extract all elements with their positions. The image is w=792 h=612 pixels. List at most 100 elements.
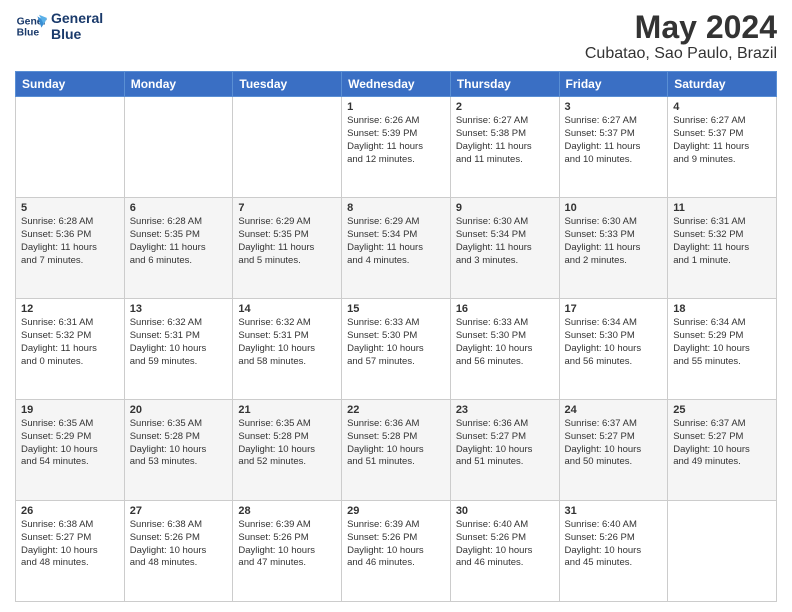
day-number: 28 xyxy=(238,505,336,517)
day-info: Sunrise: 6:36 AM Sunset: 5:27 PM Dayligh… xyxy=(456,418,554,469)
day-number: 20 xyxy=(130,404,228,416)
calendar-cell: 19Sunrise: 6:35 AM Sunset: 5:29 PM Dayli… xyxy=(16,400,125,501)
day-number: 1 xyxy=(347,101,445,113)
day-number: 18 xyxy=(673,303,771,315)
day-info: Sunrise: 6:35 AM Sunset: 5:28 PM Dayligh… xyxy=(130,418,228,469)
day-number: 6 xyxy=(130,202,228,214)
calendar-cell: 7 Sunrise: 6:29 AM Sunset: 5:35 PM Daylig… xyxy=(233,198,342,299)
day-number: 30 xyxy=(456,505,554,517)
weekday-header-monday: Monday xyxy=(124,72,233,97)
calendar-cell: 10 Sunrise: 6:30 AM Sunset: 5:33 PM Dayli… xyxy=(559,198,668,299)
page: General Blue General Blue May 2024 Cubat… xyxy=(0,0,792,612)
calendar-cell: 9Sunrise: 6:30 AM Sunset: 5:34 PM Daylig… xyxy=(450,198,559,299)
day-info: Sunrise: 6:29 AM Sunset: 5:34 PM Dayligh… xyxy=(347,216,445,267)
calendar-cell: 31 Sunrise: 6:40 AM Sunset: 5:26 PM Dayli… xyxy=(559,501,668,602)
day-number: 2 xyxy=(456,101,554,113)
day-number: 31 xyxy=(565,505,663,517)
calendar-cell: 20 Sunrise: 6:35 AM Sunset: 5:28 PM Dayli… xyxy=(124,400,233,501)
weekday-header-thursday: Thursday xyxy=(450,72,559,97)
day-info: Sunrise: 6:37 AM Sunset: 5:27 PM Dayligh… xyxy=(565,418,663,469)
calendar-cell xyxy=(233,97,342,198)
calendar-cell: 3Sunrise: 6:27 AM Sunset: 5:37 PM Daylig… xyxy=(559,97,668,198)
day-info: Sunrise: 6:30 AM Sunset: 5:33 PM Dayligh… xyxy=(565,216,663,267)
week-row-2: 5 Sunrise: 6:28 AM Sunset: 5:36 PM Daylig… xyxy=(16,198,777,299)
week-row-4: 19Sunrise: 6:35 AM Sunset: 5:29 PM Dayli… xyxy=(16,400,777,501)
day-info: Sunrise: 6:36 AM Sunset: 5:28 PM Dayligh… xyxy=(347,418,445,469)
calendar-cell: 11 Sunrise: 6:31 AM Sunset: 5:32 PM Dayli… xyxy=(668,198,777,299)
day-number: 9 xyxy=(456,202,554,214)
weekday-header-row: SundayMondayTuesdayWednesdayThursdayFrid… xyxy=(16,72,777,97)
calendar-cell: 5 Sunrise: 6:28 AM Sunset: 5:36 PM Daylig… xyxy=(16,198,125,299)
day-number: 24 xyxy=(565,404,663,416)
day-number: 23 xyxy=(456,404,554,416)
calendar-cell xyxy=(668,501,777,602)
day-number: 7 xyxy=(238,202,336,214)
day-info: Sunrise: 6:34 AM Sunset: 5:29 PM Dayligh… xyxy=(673,317,771,368)
day-number: 17 xyxy=(565,303,663,315)
calendar-cell: 27 Sunrise: 6:38 AM Sunset: 5:26 PM Dayli… xyxy=(124,501,233,602)
day-number: 15 xyxy=(347,303,445,315)
calendar-cell: 13Sunrise: 6:32 AM Sunset: 5:31 PM Dayli… xyxy=(124,299,233,400)
weekday-header-sunday: Sunday xyxy=(16,72,125,97)
day-info: Sunrise: 6:38 AM Sunset: 5:26 PM Dayligh… xyxy=(130,519,228,570)
calendar-cell: 29 Sunrise: 6:39 AM Sunset: 5:26 PM Dayli… xyxy=(342,501,451,602)
logo: General Blue General Blue xyxy=(15,10,103,42)
calendar-cell: 21Sunrise: 6:35 AM Sunset: 5:28 PM Dayli… xyxy=(233,400,342,501)
day-info: Sunrise: 6:26 AM Sunset: 5:39 PM Dayligh… xyxy=(347,115,445,166)
day-info: Sunrise: 6:39 AM Sunset: 5:26 PM Dayligh… xyxy=(347,519,445,570)
calendar-table: SundayMondayTuesdayWednesdayThursdayFrid… xyxy=(15,71,777,602)
week-row-3: 12 Sunrise: 6:31 AM Sunset: 5:32 PM Dayli… xyxy=(16,299,777,400)
day-info: Sunrise: 6:40 AM Sunset: 5:26 PM Dayligh… xyxy=(456,519,554,570)
weekday-header-wednesday: Wednesday xyxy=(342,72,451,97)
day-info: Sunrise: 6:40 AM Sunset: 5:26 PM Dayligh… xyxy=(565,519,663,570)
calendar-cell: 14Sunrise: 6:32 AM Sunset: 5:31 PM Dayli… xyxy=(233,299,342,400)
day-number: 4 xyxy=(673,101,771,113)
header: General Blue General Blue May 2024 Cubat… xyxy=(15,10,777,63)
day-number: 25 xyxy=(673,404,771,416)
calendar-cell: 24 Sunrise: 6:37 AM Sunset: 5:27 PM Dayli… xyxy=(559,400,668,501)
day-info: Sunrise: 6:29 AM Sunset: 5:35 PM Dayligh… xyxy=(238,216,336,267)
weekday-header-tuesday: Tuesday xyxy=(233,72,342,97)
day-info: Sunrise: 6:35 AM Sunset: 5:29 PM Dayligh… xyxy=(21,418,119,469)
weekday-header-friday: Friday xyxy=(559,72,668,97)
week-row-5: 26Sunrise: 6:38 AM Sunset: 5:27 PM Dayli… xyxy=(16,501,777,602)
day-number: 16 xyxy=(456,303,554,315)
day-number: 12 xyxy=(21,303,119,315)
calendar-cell: 23 Sunrise: 6:36 AM Sunset: 5:27 PM Dayli… xyxy=(450,400,559,501)
calendar-cell: 18 Sunrise: 6:34 AM Sunset: 5:29 PM Dayli… xyxy=(668,299,777,400)
calendar-cell: 2Sunrise: 6:27 AM Sunset: 5:38 PM Daylig… xyxy=(450,97,559,198)
calendar-body: 1 Sunrise: 6:26 AM Sunset: 5:39 PM Daylig… xyxy=(16,97,777,602)
day-info: Sunrise: 6:34 AM Sunset: 5:30 PM Dayligh… xyxy=(565,317,663,368)
title-block: May 2024 Cubatao, Sao Paulo, Brazil xyxy=(585,10,777,63)
calendar-cell xyxy=(16,97,125,198)
day-number: 29 xyxy=(347,505,445,517)
calendar-cell: 17 Sunrise: 6:34 AM Sunset: 5:30 PM Dayli… xyxy=(559,299,668,400)
day-number: 21 xyxy=(238,404,336,416)
day-info: Sunrise: 6:28 AM Sunset: 5:36 PM Dayligh… xyxy=(21,216,119,267)
weekday-header-saturday: Saturday xyxy=(668,72,777,97)
location-title: Cubatao, Sao Paulo, Brazil xyxy=(585,45,777,63)
month-title: May 2024 xyxy=(585,10,777,45)
day-info: Sunrise: 6:32 AM Sunset: 5:31 PM Dayligh… xyxy=(238,317,336,368)
day-info: Sunrise: 6:33 AM Sunset: 5:30 PM Dayligh… xyxy=(347,317,445,368)
day-number: 5 xyxy=(21,202,119,214)
day-info: Sunrise: 6:27 AM Sunset: 5:37 PM Dayligh… xyxy=(565,115,663,166)
calendar-cell: 6 Sunrise: 6:28 AM Sunset: 5:35 PM Daylig… xyxy=(124,198,233,299)
day-info: Sunrise: 6:28 AM Sunset: 5:35 PM Dayligh… xyxy=(130,216,228,267)
day-number: 10 xyxy=(565,202,663,214)
day-info: Sunrise: 6:37 AM Sunset: 5:27 PM Dayligh… xyxy=(673,418,771,469)
day-info: Sunrise: 6:39 AM Sunset: 5:26 PM Dayligh… xyxy=(238,519,336,570)
day-info: Sunrise: 6:31 AM Sunset: 5:32 PM Dayligh… xyxy=(673,216,771,267)
calendar-cell: 15 Sunrise: 6:33 AM Sunset: 5:30 PM Dayli… xyxy=(342,299,451,400)
calendar-cell: 16 Sunrise: 6:33 AM Sunset: 5:30 PM Dayli… xyxy=(450,299,559,400)
day-info: Sunrise: 6:27 AM Sunset: 5:37 PM Dayligh… xyxy=(673,115,771,166)
calendar-cell: 22Sunrise: 6:36 AM Sunset: 5:28 PM Dayli… xyxy=(342,400,451,501)
day-number: 11 xyxy=(673,202,771,214)
day-info: Sunrise: 6:33 AM Sunset: 5:30 PM Dayligh… xyxy=(456,317,554,368)
day-info: Sunrise: 6:38 AM Sunset: 5:27 PM Dayligh… xyxy=(21,519,119,570)
calendar-cell: 12 Sunrise: 6:31 AM Sunset: 5:32 PM Dayli… xyxy=(16,299,125,400)
logo-text-general: General xyxy=(51,10,103,26)
logo-text-blue: Blue xyxy=(51,26,103,42)
day-number: 27 xyxy=(130,505,228,517)
day-info: Sunrise: 6:31 AM Sunset: 5:32 PM Dayligh… xyxy=(21,317,119,368)
